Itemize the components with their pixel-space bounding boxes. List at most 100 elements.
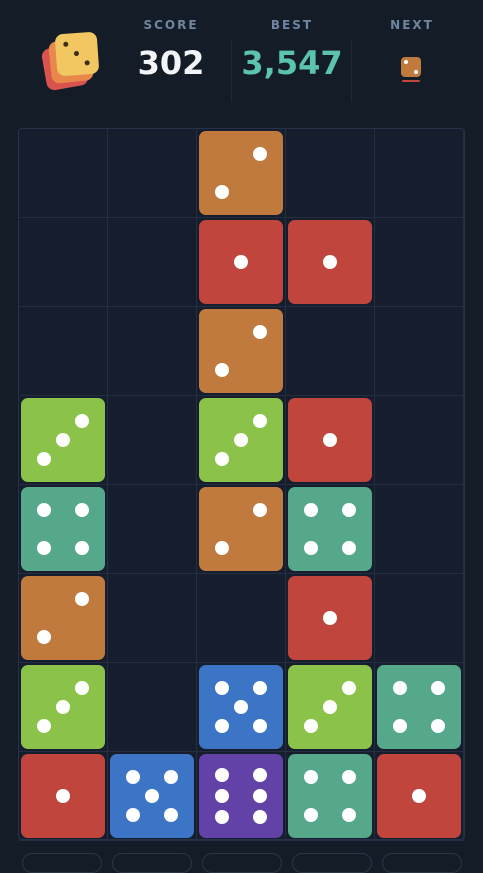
- die-3[interactable]: [21, 398, 105, 482]
- bottom-button[interactable]: [22, 853, 102, 873]
- pip: [37, 452, 51, 466]
- pip: [253, 503, 267, 517]
- pip: [304, 719, 318, 733]
- board-cell[interactable]: [19, 307, 108, 396]
- board-cell[interactable]: [375, 574, 464, 663]
- board-cell[interactable]: [108, 396, 197, 485]
- pip: [215, 541, 229, 555]
- board-cell[interactable]: [286, 307, 375, 396]
- board-cell[interactable]: [375, 218, 464, 307]
- pip: [75, 592, 89, 606]
- best-value: 3,547: [241, 44, 343, 82]
- die-3[interactable]: [288, 665, 372, 749]
- pip: [145, 789, 159, 803]
- die-4[interactable]: [288, 754, 372, 838]
- pip: [215, 810, 229, 824]
- die-1[interactable]: [377, 754, 461, 838]
- pip: [431, 719, 445, 733]
- die-4[interactable]: [21, 487, 105, 571]
- next-indicator: [402, 80, 420, 82]
- bottom-button[interactable]: [292, 853, 372, 873]
- pip: [215, 185, 229, 199]
- die-2[interactable]: [21, 576, 105, 660]
- die-6[interactable]: [199, 754, 283, 838]
- board-cell[interactable]: [19, 129, 108, 218]
- pip: [164, 808, 178, 822]
- pip: [234, 700, 248, 714]
- pip: [323, 611, 337, 625]
- pip: [304, 808, 318, 822]
- pip: [37, 541, 51, 555]
- pip: [253, 681, 267, 695]
- board-cell[interactable]: [375, 307, 464, 396]
- pip: [126, 770, 140, 784]
- pip: [126, 808, 140, 822]
- board-cell[interactable]: [197, 574, 286, 663]
- pip: [253, 325, 267, 339]
- die-5[interactable]: [199, 665, 283, 749]
- board-cell[interactable]: [375, 396, 464, 485]
- pip: [342, 770, 356, 784]
- die-3[interactable]: [21, 665, 105, 749]
- next-label: NEXT: [390, 18, 434, 32]
- board-cell[interactable]: [19, 218, 108, 307]
- score-label: SCORE: [143, 18, 199, 32]
- pip: [253, 789, 267, 803]
- bottom-button[interactable]: [382, 853, 462, 873]
- next-die-icon: [401, 57, 421, 77]
- die-1[interactable]: [288, 220, 372, 304]
- pip: [342, 681, 356, 695]
- pip: [37, 503, 51, 517]
- board-cell[interactable]: [375, 129, 464, 218]
- pip: [253, 810, 267, 824]
- pip: [393, 719, 407, 733]
- pip: [215, 681, 229, 695]
- pip: [164, 770, 178, 784]
- die-1[interactable]: [288, 576, 372, 660]
- die-2[interactable]: [199, 487, 283, 571]
- pip: [323, 433, 337, 447]
- pip: [75, 681, 89, 695]
- board-cell[interactable]: [108, 218, 197, 307]
- board-cell[interactable]: [375, 485, 464, 574]
- pip: [342, 808, 356, 822]
- pip: [342, 541, 356, 555]
- bottom-button[interactable]: [112, 853, 192, 873]
- board-cell[interactable]: [108, 129, 197, 218]
- bottom-button[interactable]: [202, 853, 282, 873]
- board-cell[interactable]: [108, 663, 197, 752]
- die-1[interactable]: [199, 220, 283, 304]
- board-cell[interactable]: [108, 485, 197, 574]
- pip: [393, 681, 407, 695]
- pip: [75, 503, 89, 517]
- pip: [215, 789, 229, 803]
- best-label: BEST: [270, 18, 314, 32]
- board-cell[interactable]: [286, 129, 375, 218]
- pip: [253, 147, 267, 161]
- pip: [234, 433, 248, 447]
- die-5[interactable]: [110, 754, 194, 838]
- die-4[interactable]: [288, 487, 372, 571]
- game-board[interactable]: [18, 128, 465, 841]
- pip: [304, 770, 318, 784]
- pip: [253, 719, 267, 733]
- die-1[interactable]: [288, 398, 372, 482]
- pip: [431, 681, 445, 695]
- pip: [56, 700, 70, 714]
- board-cell[interactable]: [108, 307, 197, 396]
- board-cell[interactable]: [108, 574, 197, 663]
- die-1[interactable]: [21, 754, 105, 838]
- best-panel: BEST 3,547: [232, 18, 352, 82]
- pip: [75, 414, 89, 428]
- die-4[interactable]: [377, 665, 461, 749]
- die-2[interactable]: [199, 131, 283, 215]
- die-3[interactable]: [199, 398, 283, 482]
- pip: [412, 789, 426, 803]
- divider: [351, 40, 352, 102]
- pip: [56, 433, 70, 447]
- pip: [75, 541, 89, 555]
- pip: [56, 789, 70, 803]
- pip: [304, 541, 318, 555]
- die-2[interactable]: [199, 309, 283, 393]
- pip: [304, 503, 318, 517]
